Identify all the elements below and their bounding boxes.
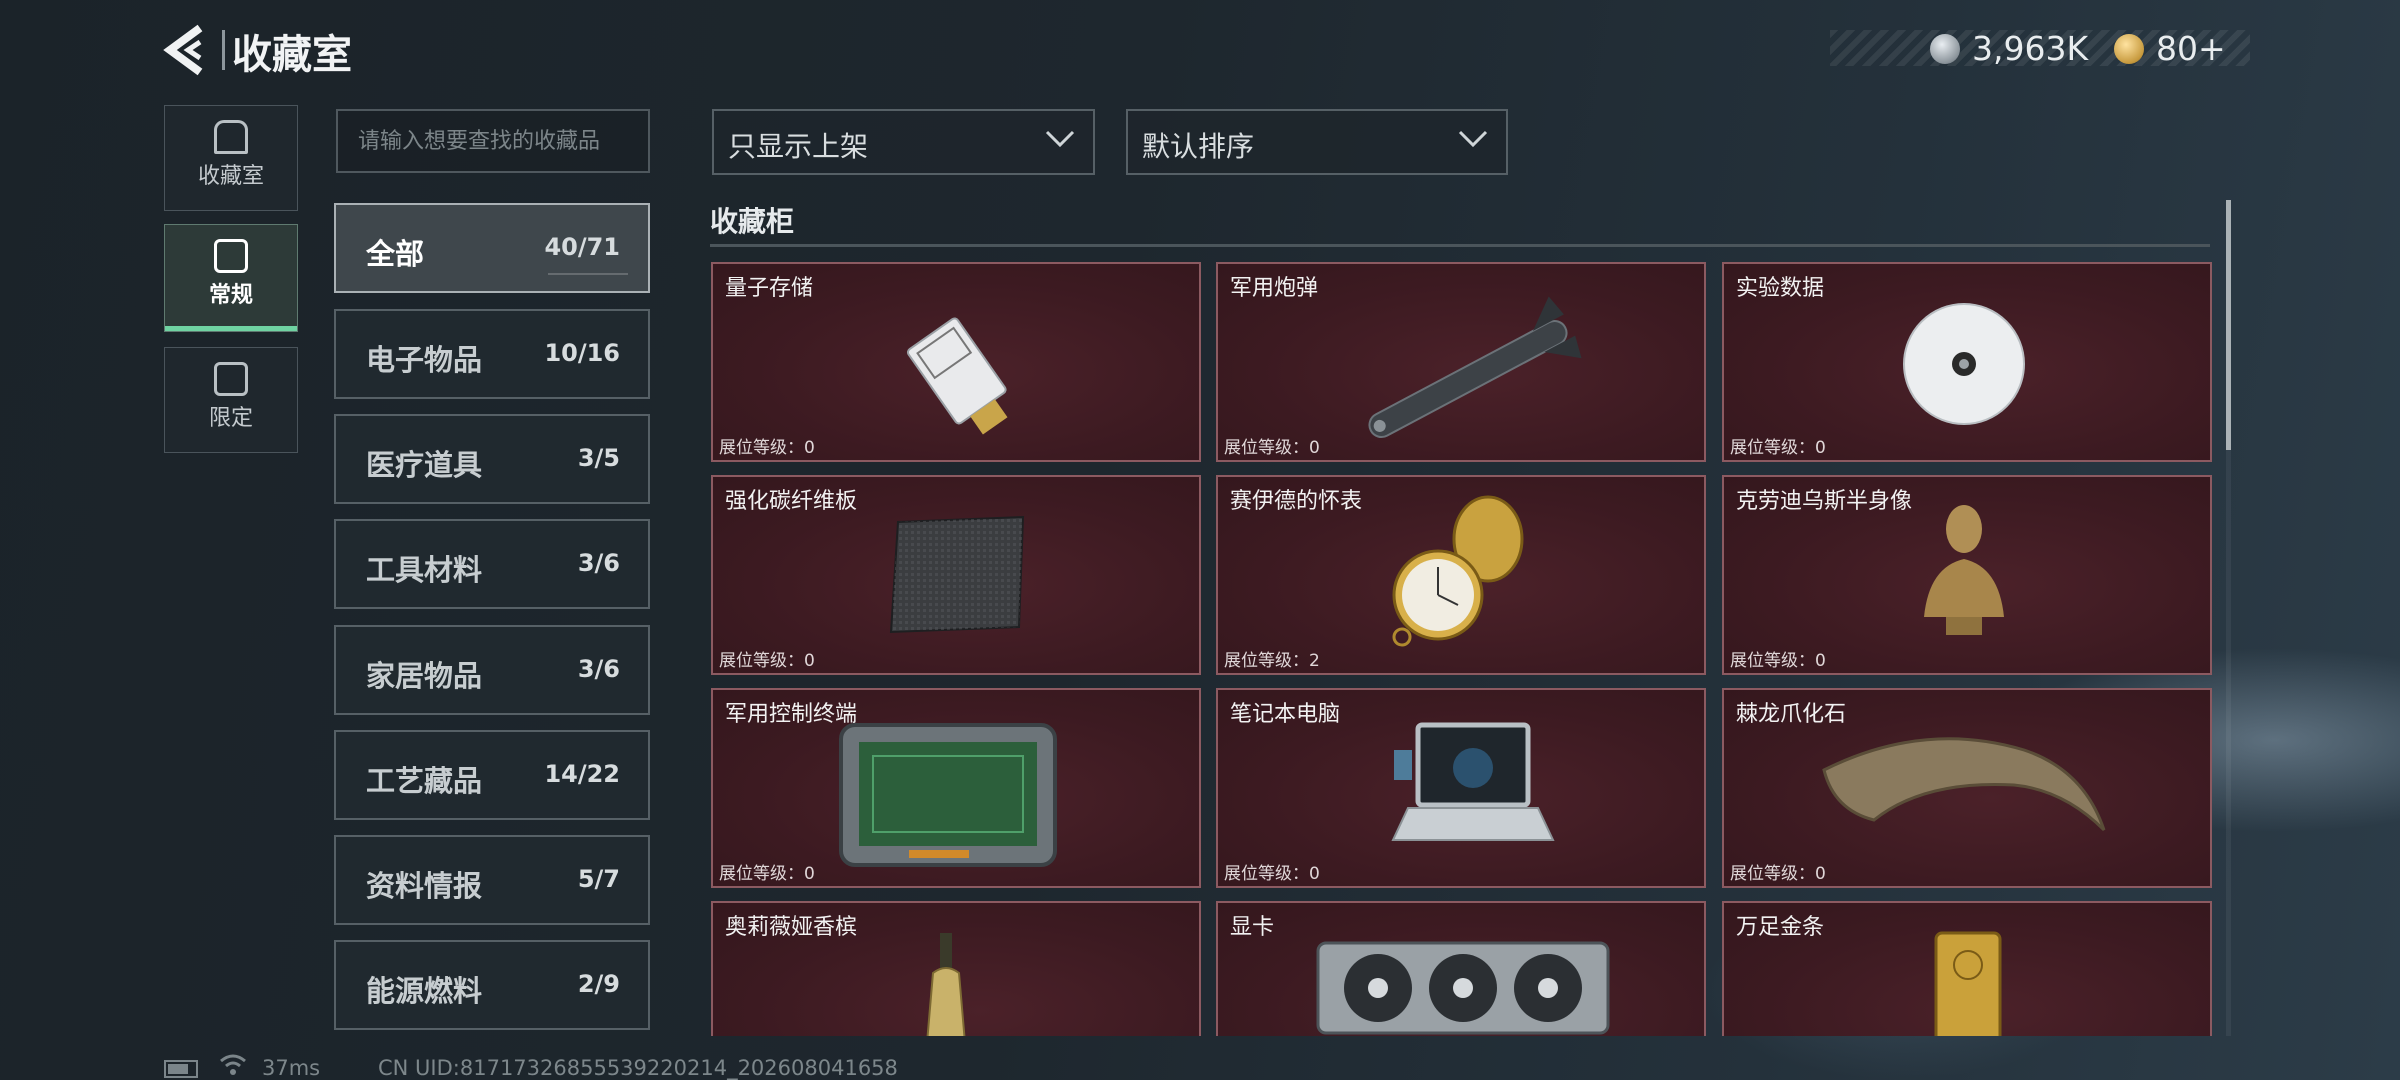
item-name: 奥莉薇娅香槟	[725, 915, 858, 940]
item-level: 展位等级：0	[1730, 864, 1826, 884]
rail-item-limited[interactable]: 限定	[164, 347, 298, 453]
gold-coin-icon	[2114, 33, 2144, 64]
item-card[interactable]: 量子存储 展位等级：0	[711, 262, 1201, 462]
item-card[interactable]: 军用控制终端 展位等级：0	[711, 688, 1201, 888]
item-card[interactable]: 赛伊德的怀表 展位等级：2	[1216, 475, 1706, 675]
item-card[interactable]: 军用炮弹 展位等级：0	[1216, 262, 1706, 462]
category-name: 工具材料	[366, 553, 483, 587]
category-name: 资料情报	[366, 869, 483, 903]
item-grid: 量子存储 展位等级：0 军用炮弹 展位等级：0 实验数据 展位等级：0 强化碳纤…	[710, 258, 2215, 1036]
category-electronics[interactable]: 电子物品 10/16	[334, 309, 650, 399]
category-medical[interactable]: 医疗道具 3/5	[334, 414, 650, 504]
item-level: 展位等级：0	[719, 651, 815, 671]
title-divider	[222, 30, 225, 70]
item-level: 展位等级：0	[719, 864, 815, 884]
item-name: 棘龙爪化石	[1736, 702, 1847, 727]
display-filter-value: 只显示上架	[728, 130, 869, 163]
item-name: 显卡	[1230, 915, 1275, 940]
category-all[interactable]: 全部 40/71	[334, 203, 650, 293]
active-indicator	[165, 326, 297, 331]
item-card[interactable]: 强化碳纤维板 展位等级：0	[711, 475, 1201, 675]
uid-text: CN UID:817173268555392202​14_20260804165…	[378, 1056, 898, 1080]
category-crafts[interactable]: 工艺藏品 14/22	[334, 730, 650, 820]
graphics-card-icon	[1316, 941, 1610, 1035]
rail-item-regular[interactable]: 常规	[164, 224, 298, 332]
category-count: 3/6	[577, 655, 620, 683]
category-name: 能源燃料	[366, 974, 483, 1008]
item-name: 笔记本电脑	[1230, 702, 1341, 727]
category-count: 14/22	[544, 760, 620, 788]
item-level: 展位等级：0	[719, 438, 815, 458]
section-title: 收藏柜	[710, 205, 795, 238]
item-name: 赛伊德的怀表	[1230, 489, 1363, 514]
item-card[interactable]: 奥莉薇娅香槟	[711, 901, 1201, 1036]
category-count: 5/7	[577, 865, 620, 893]
rail-item-label: 收藏室	[197, 164, 264, 189]
chevron-down-icon	[1045, 130, 1075, 148]
trophy-case-icon	[214, 120, 248, 154]
chevron-down-icon	[1458, 130, 1488, 148]
category-name: 全部	[366, 237, 425, 271]
display-filter-dropdown[interactable]: 只显示上架	[712, 109, 1095, 175]
category-household[interactable]: 家居物品 3/6	[334, 625, 650, 715]
item-card[interactable]: 笔记本电脑 展位等级：0	[1216, 688, 1706, 888]
category-count: 10/16	[544, 339, 620, 367]
category-name: 医疗道具	[366, 448, 483, 482]
rail-item-label: 常规	[208, 283, 253, 308]
category-count: 3/6	[577, 549, 620, 577]
document-icon	[214, 239, 248, 273]
item-card[interactable]: 显卡	[1216, 901, 1706, 1036]
page-title: 收藏室	[232, 32, 352, 78]
category-tools[interactable]: 工具材料 3/6	[334, 519, 650, 609]
section-divider	[710, 244, 2210, 247]
item-name: 万足金条	[1736, 915, 1825, 940]
item-name: 军用炮弹	[1230, 276, 1319, 301]
category-name: 工艺藏品	[366, 764, 483, 798]
category-count: 40/71	[544, 233, 620, 261]
back-arrow-icon[interactable]	[160, 22, 210, 78]
item-name: 实验数据	[1736, 276, 1825, 301]
item-level: 展位等级：2	[1224, 651, 1320, 671]
item-name: 军用控制终端	[725, 702, 858, 727]
scrollbar-thumb[interactable]	[2226, 200, 2231, 450]
category-energy[interactable]: 能源燃料 2/9	[334, 940, 650, 1030]
ping-value: 37ms	[262, 1056, 321, 1080]
item-level: 展位等级：0	[1224, 864, 1320, 884]
gold-currency-value: 80+	[2156, 29, 2226, 68]
gold-currency: 80+	[2114, 29, 2226, 68]
category-name: 家居物品	[366, 659, 483, 693]
item-name: 克劳迪乌斯半身像	[1736, 489, 1913, 514]
item-card[interactable]: 克劳迪乌斯半身像 展位等级：0	[1722, 475, 2212, 675]
sort-value: 默认排序	[1142, 130, 1255, 163]
item-level: 展位等级：0	[1730, 651, 1826, 671]
rail-item-label: 限定	[208, 406, 253, 431]
item-name: 强化碳纤维板	[725, 489, 858, 514]
silver-currency: 3,963K	[1930, 29, 2088, 68]
category-name: 电子物品	[366, 343, 483, 377]
item-card[interactable]: 万足金条	[1722, 901, 2212, 1036]
item-level: 展位等级：0	[1730, 438, 1826, 458]
item-name: 量子存储	[725, 276, 814, 301]
search-box[interactable]	[336, 109, 650, 173]
category-count: 2/9	[577, 970, 620, 998]
silver-currency-value: 3,963K	[1972, 29, 2089, 68]
battery-icon	[164, 1060, 198, 1078]
rail-item-collection-room[interactable]: 收藏室	[164, 105, 298, 211]
silver-coin-icon	[1930, 33, 1960, 64]
category-intel[interactable]: 资料情报 5/7	[334, 835, 650, 925]
sort-dropdown[interactable]: 默认排序	[1126, 109, 1508, 175]
category-deco-line	[548, 273, 628, 275]
category-count: 3/5	[577, 444, 620, 472]
limited-icon	[214, 362, 248, 396]
wifi-icon	[220, 1054, 246, 1075]
item-card[interactable]: 棘龙爪化石 展位等级：0	[1722, 688, 2212, 888]
item-card[interactable]: 实验数据 展位等级：0	[1722, 262, 2212, 462]
search-input[interactable]	[338, 111, 648, 171]
item-level: 展位等级：0	[1224, 438, 1320, 458]
